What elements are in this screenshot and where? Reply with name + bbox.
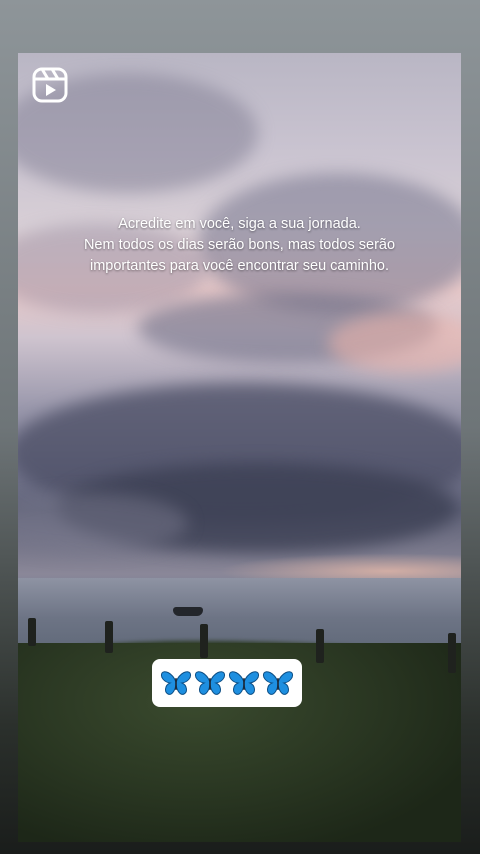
- emoji-sticker[interactable]: [152, 659, 302, 707]
- reels-icon[interactable]: [32, 67, 68, 103]
- butterfly-icon: [263, 671, 293, 695]
- cloud: [328, 313, 461, 373]
- butterfly-icon: [195, 671, 225, 695]
- fence-post: [200, 624, 208, 658]
- fence-post: [316, 629, 324, 663]
- boat: [173, 607, 203, 616]
- butterfly-icon: [161, 671, 191, 695]
- caption-line: Nem todos os dias serão bons, mas todos …: [83, 237, 396, 253]
- story-media[interactable]: [18, 53, 461, 842]
- story-screen: Acredite em você, siga a sua jornada. Ne…: [0, 0, 480, 854]
- story-caption: Acredite em você, siga a sua jornada. Ne…: [18, 214, 461, 277]
- fence-post: [105, 621, 113, 653]
- fence-post: [448, 633, 456, 673]
- fence-post: [28, 618, 36, 646]
- butterfly-icon: [229, 671, 259, 695]
- caption-line: importantes para você encontrar seu cami…: [89, 258, 390, 274]
- caption-line: Acredite em você, siga a sua jornada.: [118, 216, 361, 232]
